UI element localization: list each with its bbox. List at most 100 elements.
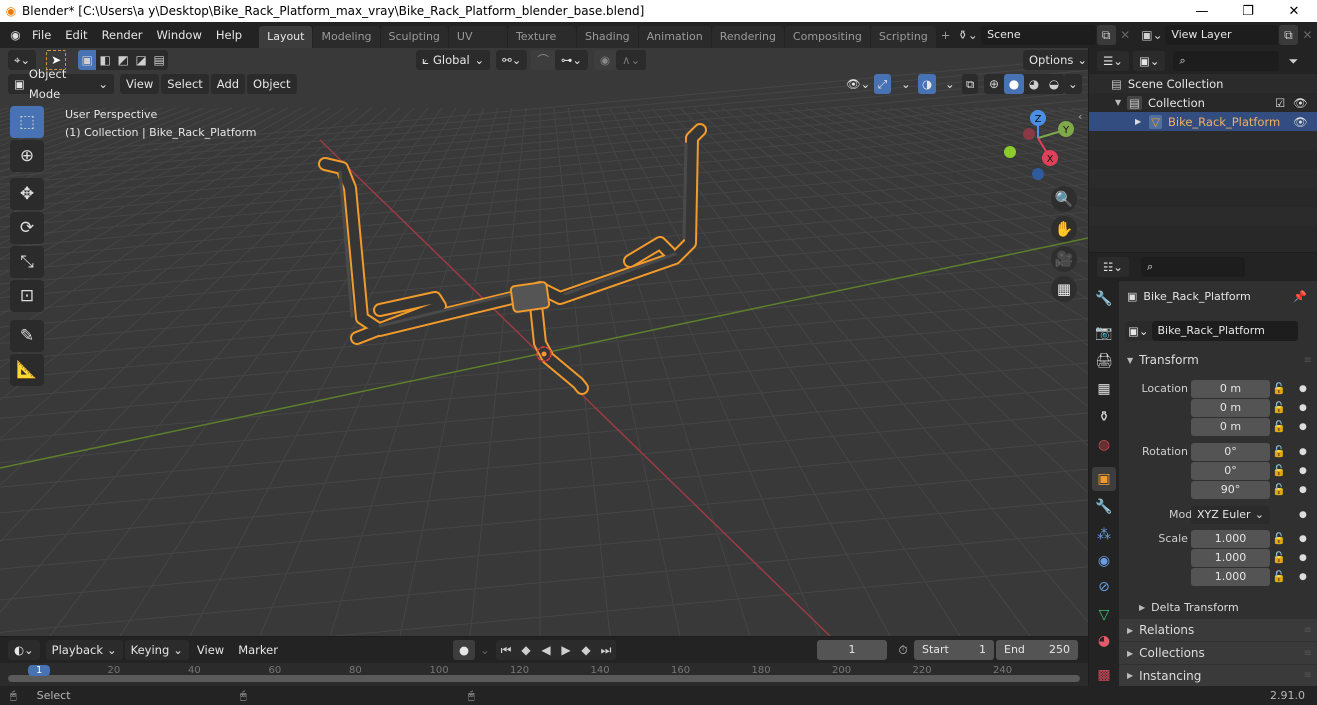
physics-tab-icon[interactable]: ◉ [1092,549,1116,573]
scale-y-field[interactable]: 1.000 [1191,548,1270,567]
new-scene-icon[interactable]: ⧉ [1096,25,1116,45]
filter-icon[interactable]: ⏷ [1283,51,1303,71]
auto-keying-toggle[interactable]: ● [453,640,476,660]
keyframe-dot[interactable]: ● [1299,534,1307,544]
outliner-row-object[interactable]: ▶ ▽ Bike_Rack_Platform 👁 [1089,112,1317,131]
render-tab-icon[interactable]: 📷 [1092,321,1116,345]
snap-target-dropdown[interactable]: ⊶⌄ [554,50,589,70]
3d-viewport[interactable]: ⌖⌄ ➤ ▣ ◧ ◩ ◪ ▤ ⟀ Global ⌄ ⚯⌄ ⌒ ⊶⌄ ◉ ∧⌄ O… [0,48,1088,636]
timeline-scrollbar[interactable] [8,675,1080,682]
prev-keyframe-icon[interactable]: ◆ [516,640,536,660]
lock-icon[interactable]: 🔓 [1272,570,1286,583]
close-button[interactable]: ✕ [1271,0,1317,22]
tab-rendering[interactable]: Rendering [711,26,784,48]
scene-selector-icon[interactable]: ⚱⌄ [954,25,981,45]
drag-grip-icon[interactable]: ≡ [1304,648,1312,659]
tab-animation[interactable]: Animation [638,26,711,48]
lock-icon[interactable]: 🔓 [1272,382,1286,395]
tab-uv-editing[interactable]: UV Editing [448,26,507,65]
annotate-tool[interactable]: ✎ [10,320,44,352]
current-frame-field[interactable]: 1 [817,640,887,660]
modifier-tab-icon[interactable]: 🔧 [1092,495,1116,519]
select-subtract-icon[interactable]: ◩ [114,50,133,70]
properties-editor-type-icon[interactable]: ☷⌄ [1097,257,1129,277]
output-tab-icon[interactable]: 🖨 [1092,349,1116,373]
proportional-edit-icon[interactable]: ◉ [594,50,617,70]
pin-icon[interactable]: 📌 [1293,290,1307,303]
menu-view[interactable]: View [120,74,160,94]
properties-search-field[interactable]: ⌕ [1140,257,1245,277]
overlay-toggle-icon[interactable]: ◑ [918,74,937,94]
drag-grip-icon[interactable]: ≡ [1304,355,1312,366]
overlay-dropdown[interactable]: ⌄ [939,74,961,94]
location-y-field[interactable]: 0 m [1191,398,1270,417]
minimize-button[interactable]: — [1179,0,1225,22]
shading-dropdown[interactable]: ⌄ [1064,74,1082,94]
outliner-editor-type-icon[interactable]: ☰⌄ [1097,51,1129,71]
menu-select[interactable]: Select [161,74,209,94]
lock-icon[interactable]: 🔓 [1272,532,1286,545]
menu-help[interactable]: Help [209,24,249,46]
navigation-gizmo[interactable]: Z Y X [995,108,1085,188]
view-layer-selector-icon[interactable]: ▣⌄ [1139,25,1166,45]
expand-arrow-icon[interactable]: ▼ [1115,98,1121,107]
relations-panel[interactable]: ▶ Relations ≡ [1119,619,1317,641]
mode-dropdown[interactable]: ▣ Object Mode ⌄ [8,67,114,101]
tab-compositing[interactable]: Compositing [784,26,870,48]
select-extend-icon[interactable]: ◧ [96,50,115,70]
jump-end-icon[interactable]: ⏭ [596,640,616,660]
tab-sculpting[interactable]: Sculpting [380,26,448,48]
tab-modeling[interactable]: Modeling [313,26,380,48]
next-keyframe-icon[interactable]: ◆ [576,640,596,660]
menu-window[interactable]: Window [150,24,209,46]
cursor-tool[interactable]: ⊕ [10,140,44,172]
outliner-row-collection[interactable]: ▼ ▤ Collection ☑ 👁 [1089,93,1317,112]
delete-view-layer-icon[interactable]: ✕ [1298,25,1317,45]
tool-tab-icon[interactable]: 🔧 [1092,287,1116,311]
object-browse-dropdown[interactable]: ▣⌄ [1125,321,1152,341]
rotation-y-field[interactable]: 0° [1191,461,1270,480]
menu-file[interactable]: File [25,24,58,46]
rotation-mode-dropdown[interactable]: XYZ Euler ⌄ [1191,505,1270,524]
transform-orientation-dropdown[interactable]: ⟀ Global ⌄ [416,50,491,70]
jump-start-icon[interactable]: ⏮ [496,640,516,660]
gizmo-dropdown[interactable]: ⌄ [895,74,917,94]
menu-render[interactable]: Render [95,24,150,46]
select-box-tool[interactable]: ⬚ [10,106,44,138]
new-view-layer-icon[interactable]: ⧉ [1278,25,1298,45]
display-mode-dropdown[interactable]: ▣⌄ [1132,51,1166,71]
tab-texture-paint[interactable]: Texture Paint [507,26,576,65]
keyframe-dot[interactable]: ● [1299,572,1307,582]
scale-x-field[interactable]: 1.000 [1191,529,1270,548]
play-reverse-icon[interactable]: ◀ [536,640,556,660]
rotation-z-field[interactable]: 90° [1191,480,1270,499]
view-layer-tab-icon[interactable]: ▦ [1092,377,1116,401]
keyframe-dot[interactable]: ● [1299,403,1307,413]
wireframe-shading-icon[interactable]: ⊕ [984,74,1004,94]
keying-set-dropdown[interactable]: ⌄ [474,640,496,660]
pan-view-button[interactable]: ✋ [1051,216,1077,242]
menu-edit[interactable]: Edit [58,24,94,46]
visibility-dropdown[interactable]: 👁⌄ [840,74,876,94]
world-tab-icon[interactable]: ◍ [1092,433,1116,457]
transform-tool[interactable]: ⊡ [10,280,44,312]
rendered-shading-icon[interactable]: ◒ [1044,74,1064,94]
tab-shading[interactable]: Shading [576,26,638,48]
lock-icon[interactable]: 🔓 [1272,420,1286,433]
data-tab-icon[interactable]: ▽ [1092,603,1116,627]
measure-tool[interactable]: 📐 [10,354,44,386]
material-shading-icon[interactable]: ◕ [1024,74,1044,94]
scale-z-field[interactable]: 1.000 [1191,567,1270,586]
tab-scripting[interactable]: Scripting [870,26,936,48]
keying-dropdown[interactable]: Keying ⌄ [124,640,189,660]
camera-view-button[interactable]: 🎥 [1051,246,1077,272]
blender-menu-icon[interactable]: ◉ [6,25,25,45]
lock-icon[interactable]: 🔓 [1272,401,1286,414]
lock-icon[interactable]: 🔓 [1272,483,1286,496]
scene-tab-icon[interactable]: ⚱ [1092,405,1116,429]
ortho-toggle-button[interactable]: ▦ [1051,276,1077,302]
solid-shading-icon[interactable]: ● [1004,74,1024,94]
xray-toggle-icon[interactable]: ⧉ [962,74,979,94]
timeline-ruler[interactable]: 1 20 40 60 80 100 120 140 160 180 200 220 240 [0,663,1088,686]
tab-layout[interactable]: Layout [259,26,313,48]
